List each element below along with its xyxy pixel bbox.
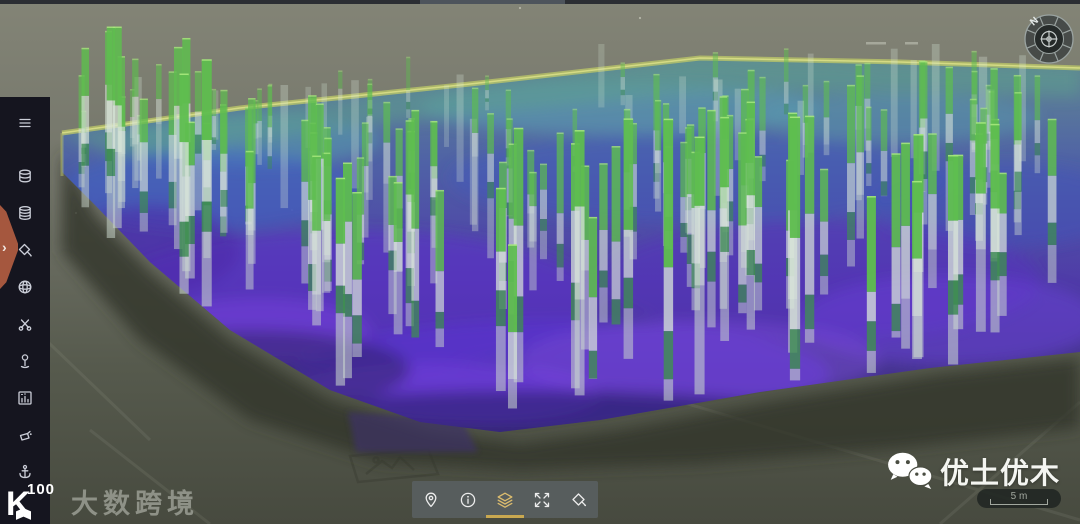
sidebar [0,97,50,524]
brand-text: 优土优木 [940,458,1061,490]
info-button[interactable] [449,481,486,518]
scissors-icon [18,318,32,331]
pin-icon [20,353,30,368]
chevron-right-icon: › [2,239,7,255]
fullscreen-icon [535,492,550,507]
anchor-icon [19,464,31,478]
pour-icon [19,430,32,441]
book-icon [16,508,31,520]
scene-3d-view[interactable] [0,0,1080,524]
app-window: › N K 100 大数跨境 优土优木 5 m [0,0,1080,524]
sphere-icon [18,280,32,293]
location-pin-icon [425,492,437,507]
active-tool-underline [486,515,524,518]
top-bar-segment [420,0,565,4]
layers-icon [497,492,513,508]
top-bar [0,0,1080,4]
menu-button[interactable] [0,103,50,143]
layers-button[interactable] [486,481,523,518]
wechat-icon [888,452,933,490]
locate-pin-button[interactable] [412,481,449,518]
histogram-icon [18,390,32,405]
compass[interactable]: N [1021,11,1077,67]
brand-badge: 优土优木 [886,450,1060,492]
fill-icon [18,243,32,257]
fill-drop-icon [572,492,587,506]
sidebar-item-borehole-database[interactable] [0,157,50,194]
sidebar-item-marker-pin[interactable] [0,342,50,379]
watermark-left: K 100 大数跨境 [6,481,199,521]
watermark-left-text: 大数跨境 [71,489,199,519]
info-icon [460,492,476,507]
menu-icon [19,118,31,128]
sidebar-item-pour-fill[interactable] [0,416,50,453]
k100-logo: K 100 [6,481,62,521]
fullscreen-button[interactable] [524,481,561,518]
scale-bar: 5 m [977,489,1061,508]
logo-100-text: 100 [27,481,56,498]
sidebar-item-clip[interactable] [0,305,50,342]
database-icon [19,169,31,182]
scale-bracket [990,499,1048,505]
fill-color-button[interactable] [561,481,598,518]
strata-icon [19,205,31,220]
bottom-toolbar [412,481,598,518]
sidebar-item-section-chart[interactable] [0,379,50,416]
